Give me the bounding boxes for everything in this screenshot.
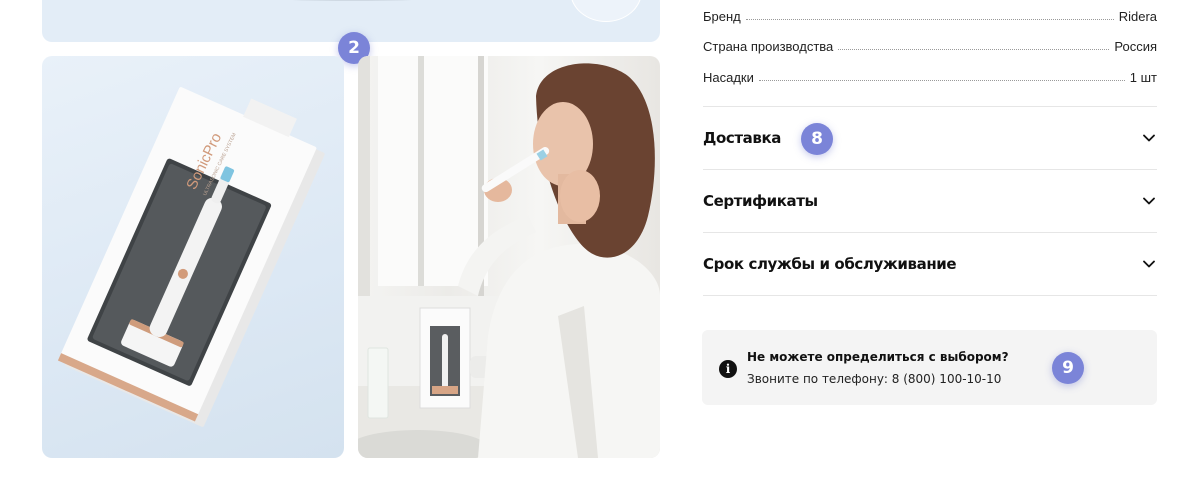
help-title: Не можете определиться с выбором? (747, 350, 1009, 364)
product-box-illustration: SonicPro ULTRASONIC CARE SYSTEM (57, 87, 325, 427)
product-shadow (272, 0, 432, 1)
step-badge-8: 8 (801, 123, 833, 155)
product-box-photo[interactable]: SonicPro ULTRASONIC CARE SYSTEM (42, 56, 344, 458)
accordion-certificates[interactable]: Сертификаты (703, 170, 1157, 232)
spec-label: Страна производства (703, 39, 834, 54)
spec-row-country: Страна производства Россия (703, 39, 1157, 54)
divider (703, 295, 1157, 296)
help-phone-text: Звоните по телефону: 8 (800) 100-10-10 (747, 372, 1002, 386)
accordion-title: Сертификаты (703, 192, 818, 210)
help-callout: i Не можете определиться с выбором? Звон… (702, 330, 1157, 405)
lifestyle-photo[interactable] (358, 56, 660, 458)
accordion-service-life[interactable]: Срок службы и обслуживание (703, 233, 1157, 295)
info-icon: i (719, 360, 737, 378)
chevron-down-icon[interactable] (1143, 258, 1155, 270)
spec-label: Бренд (703, 9, 741, 24)
spec-value: 1 шт (1129, 70, 1157, 85)
spec-leader-dots (838, 49, 1110, 50)
lifestyle-illustration (358, 56, 660, 458)
spec-leader-dots (758, 80, 1125, 81)
spec-label: Насадки (703, 70, 754, 85)
spec-row-brand: Бренд Ridera (703, 9, 1157, 24)
spec-value: Ridera (1118, 9, 1157, 24)
accordion-title: Срок службы и обслуживание (703, 255, 957, 273)
accordion-delivery[interactable]: Доставка (703, 107, 1157, 169)
spec-row-nozzles: Насадки 1 шт (703, 70, 1157, 85)
spec-leader-dots (745, 19, 1114, 20)
step-badge-9: 9 (1052, 352, 1084, 384)
spec-value: Россия (1114, 39, 1157, 54)
zoom-control[interactable] (570, 0, 642, 22)
accordion-title: Доставка (703, 129, 781, 147)
chevron-down-icon[interactable] (1143, 195, 1155, 207)
chevron-down-icon[interactable] (1143, 132, 1155, 144)
